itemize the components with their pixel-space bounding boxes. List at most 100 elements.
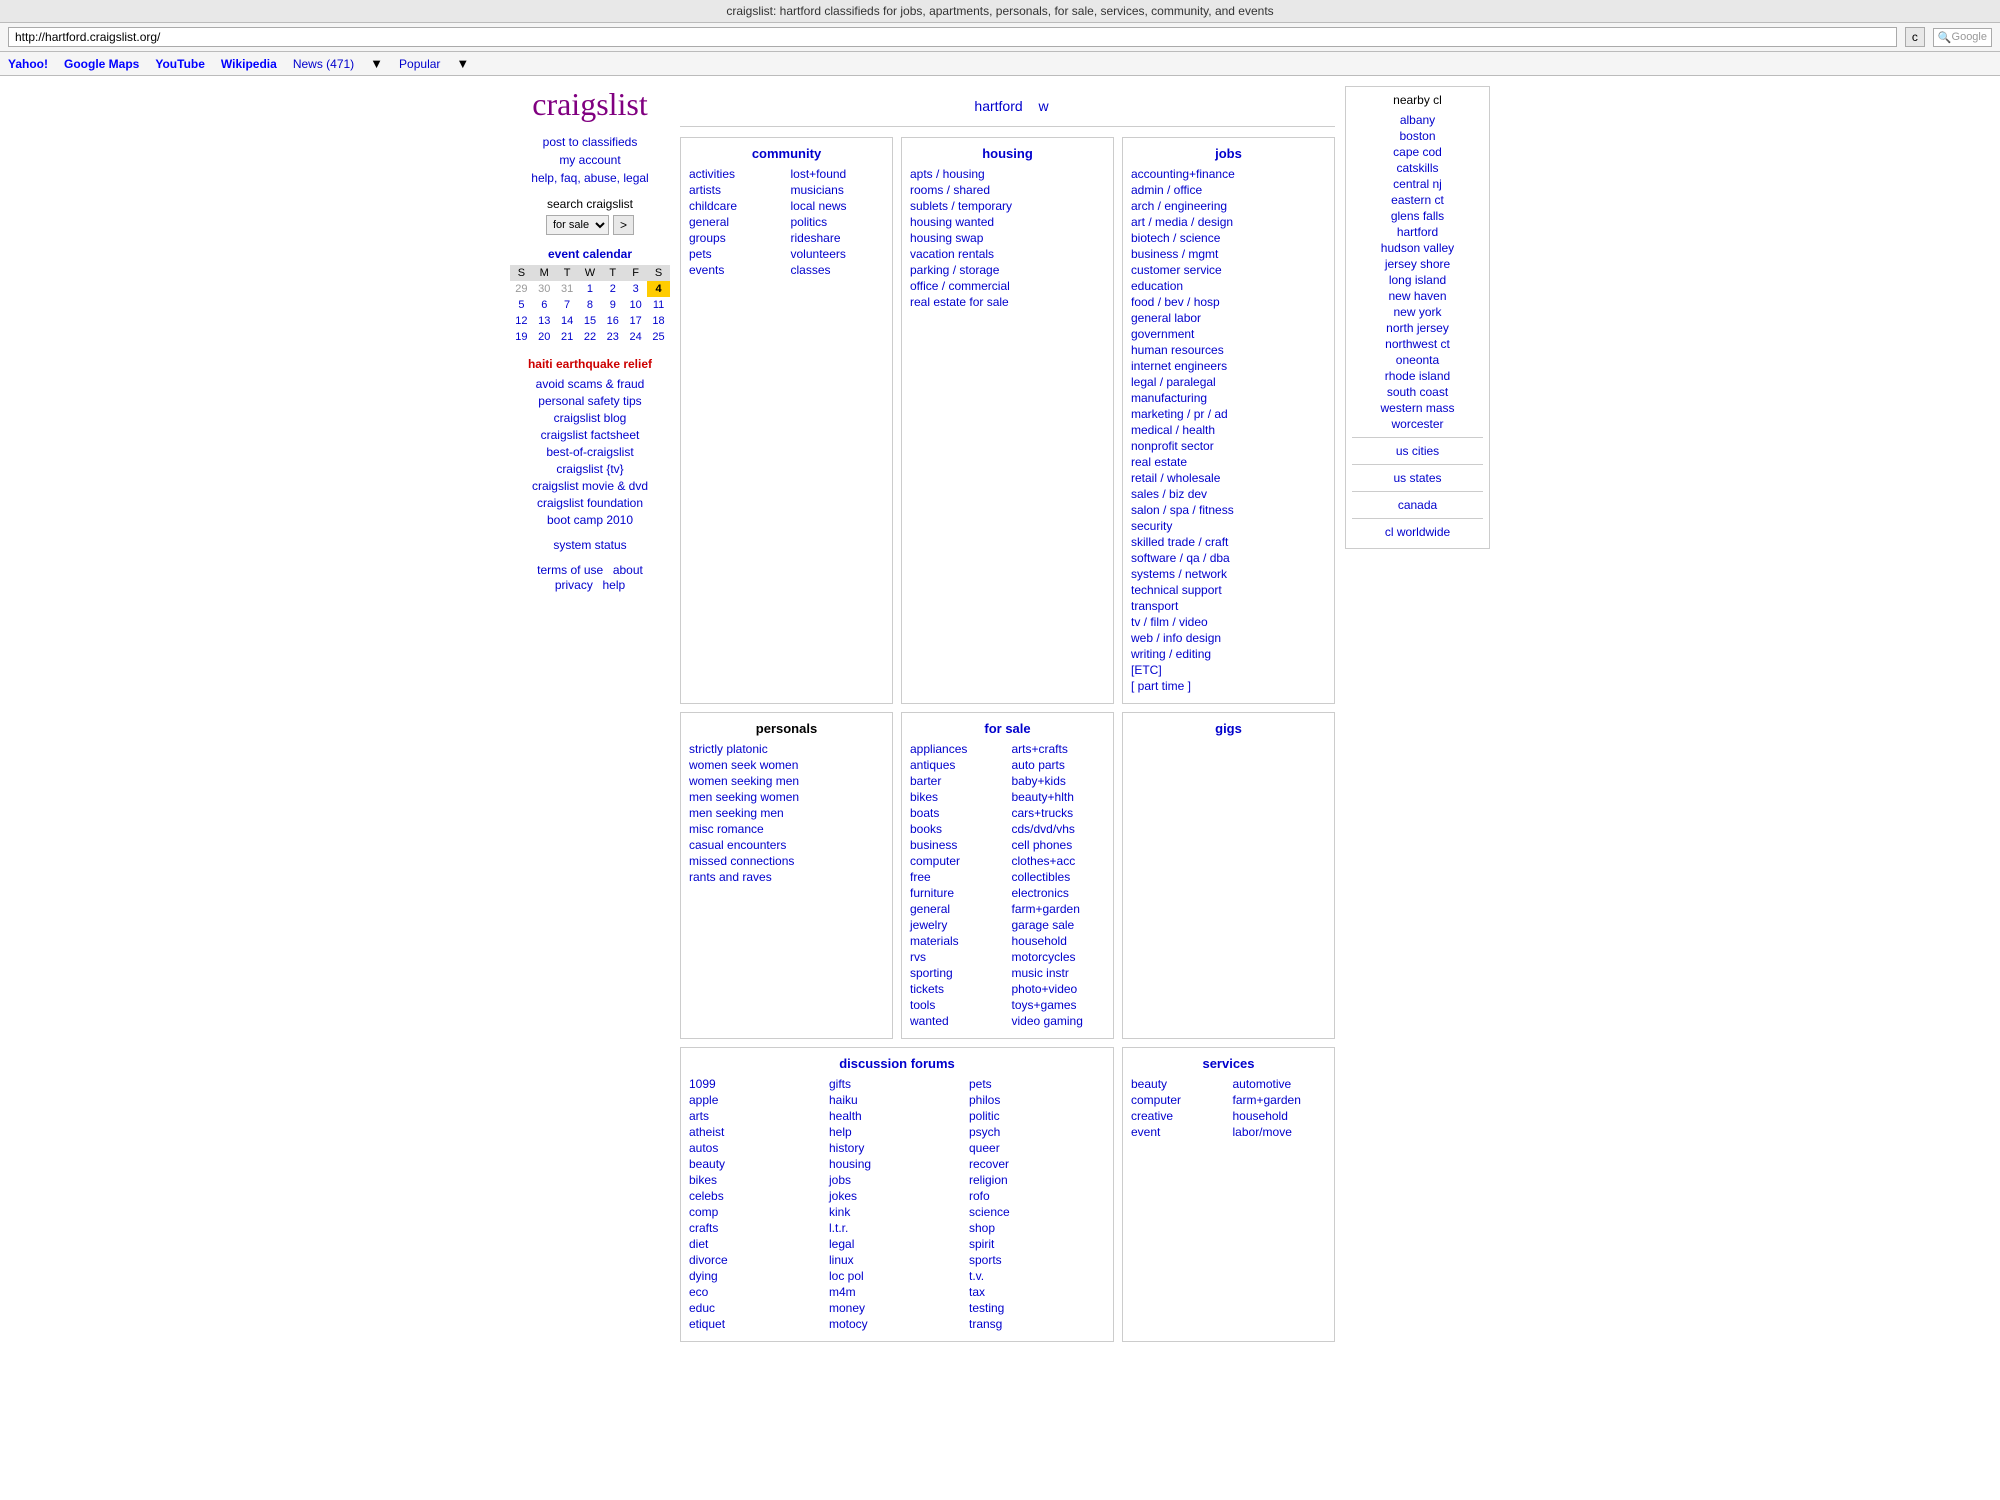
community-politics[interactable]: politics	[791, 215, 885, 229]
fs-bikes[interactable]: bikes	[910, 790, 1004, 804]
calendar-day[interactable]: 6	[533, 297, 556, 313]
calendar-day[interactable]: 16	[601, 313, 624, 329]
nearby-worcester[interactable]: worcester	[1352, 417, 1483, 431]
disc-locpol[interactable]: loc pol	[829, 1269, 965, 1283]
fs-tickets[interactable]: tickets	[910, 982, 1004, 996]
fs-rvs[interactable]: rvs	[910, 950, 1004, 964]
disc-divorce[interactable]: divorce	[689, 1253, 825, 1267]
nearby-hartford[interactable]: hartford	[1352, 225, 1483, 239]
svc-household[interactable]: household	[1233, 1109, 1327, 1123]
disc-legal[interactable]: legal	[829, 1237, 965, 1251]
calendar-day[interactable]: 30	[533, 281, 556, 297]
factsheet-link[interactable]: craigslist factsheet	[510, 428, 670, 442]
fs-furniture[interactable]: furniture	[910, 886, 1004, 900]
disc-motocy[interactable]: motocy	[829, 1317, 965, 1331]
housing-sublets[interactable]: sublets / temporary	[910, 199, 1105, 213]
housing-rooms[interactable]: rooms / shared	[910, 183, 1105, 197]
disc-tax[interactable]: tax	[969, 1285, 1105, 1299]
fs-free[interactable]: free	[910, 870, 1004, 884]
svc-farmgarden[interactable]: farm+garden	[1233, 1093, 1327, 1107]
disc-autos[interactable]: autos	[689, 1141, 825, 1155]
disc-beauty[interactable]: beauty	[689, 1157, 825, 1171]
post-classifieds-link[interactable]: post to classifieds	[510, 135, 670, 149]
terms-link[interactable]: terms of use	[537, 563, 603, 577]
job-web[interactable]: web / info design	[1131, 631, 1326, 645]
job-general[interactable]: general labor	[1131, 311, 1326, 325]
nearby-northjersey[interactable]: north jersey	[1352, 321, 1483, 335]
nearby-jerseyshore[interactable]: jersey shore	[1352, 257, 1483, 271]
community-artists[interactable]: artists	[689, 183, 783, 197]
community-general[interactable]: general	[689, 215, 783, 229]
housing-swap[interactable]: housing swap	[910, 231, 1105, 245]
job-security[interactable]: security	[1131, 519, 1326, 533]
bookmark-news[interactable]: News (471)	[293, 57, 354, 71]
svc-event[interactable]: event	[1131, 1125, 1225, 1139]
city-link-w[interactable]: w	[1038, 98, 1048, 114]
disc-history[interactable]: history	[829, 1141, 965, 1155]
disc-1099[interactable]: 1099	[689, 1077, 825, 1091]
about-link[interactable]: about	[613, 563, 643, 577]
calendar-day[interactable]: 31	[556, 281, 579, 297]
fs-clothes[interactable]: clothes+acc	[1012, 854, 1106, 868]
community-classes[interactable]: classes	[791, 263, 885, 277]
disc-apple[interactable]: apple	[689, 1093, 825, 1107]
search-category-select[interactable]: for sale	[546, 215, 609, 235]
personals-rants[interactable]: rants and raves	[689, 870, 884, 884]
fs-appliances[interactable]: appliances	[910, 742, 1004, 756]
nearby-clworldwide[interactable]: cl worldwide	[1352, 525, 1483, 539]
job-tech[interactable]: technical support	[1131, 583, 1326, 597]
refresh-button[interactable]: c	[1905, 27, 1925, 47]
disc-arts[interactable]: arts	[689, 1109, 825, 1123]
disc-politic[interactable]: politic	[969, 1109, 1105, 1123]
help-faq-link[interactable]: help, faq, abuse, legal	[510, 171, 670, 185]
housing-vacation[interactable]: vacation rentals	[910, 247, 1105, 261]
nearby-glensfalls[interactable]: glens falls	[1352, 209, 1483, 223]
nearby-boston[interactable]: boston	[1352, 129, 1483, 143]
nearby-rhodeisland[interactable]: rhode island	[1352, 369, 1483, 383]
personals-misc[interactable]: misc romance	[689, 822, 884, 836]
nearby-newhaven[interactable]: new haven	[1352, 289, 1483, 303]
disc-queer[interactable]: queer	[969, 1141, 1105, 1155]
disc-diet[interactable]: diet	[689, 1237, 825, 1251]
job-retail[interactable]: retail / wholesale	[1131, 471, 1326, 485]
fs-farmgarden[interactable]: farm+garden	[1012, 902, 1106, 916]
personals-wsw[interactable]: women seek women	[689, 758, 884, 772]
disc-jobs[interactable]: jobs	[829, 1173, 965, 1187]
nearby-canada[interactable]: canada	[1352, 498, 1483, 512]
nearby-easternct[interactable]: eastern ct	[1352, 193, 1483, 207]
nearby-northwestct[interactable]: northwest ct	[1352, 337, 1483, 351]
calendar-day[interactable]: 11	[647, 297, 670, 313]
job-writing[interactable]: writing / editing	[1131, 647, 1326, 661]
calendar-day[interactable]: 12	[510, 313, 533, 329]
nearby-centralnj[interactable]: central nj	[1352, 177, 1483, 191]
fs-garagesale[interactable]: garage sale	[1012, 918, 1106, 932]
svc-automotive[interactable]: automotive	[1233, 1077, 1327, 1091]
job-accounting[interactable]: accounting+finance	[1131, 167, 1326, 181]
calendar-day[interactable]: 14	[556, 313, 579, 329]
fs-barter[interactable]: barter	[910, 774, 1004, 788]
community-musicians[interactable]: musicians	[791, 183, 885, 197]
nearby-uscities[interactable]: us cities	[1352, 444, 1483, 458]
job-realestate[interactable]: real estate	[1131, 455, 1326, 469]
calendar-day[interactable]: 8	[579, 297, 602, 313]
personals-missed[interactable]: missed connections	[689, 854, 884, 868]
disc-celebs[interactable]: celebs	[689, 1189, 825, 1203]
community-rideshare[interactable]: rideshare	[791, 231, 885, 245]
fs-jewelry[interactable]: jewelry	[910, 918, 1004, 932]
calendar-day[interactable]: 7	[556, 297, 579, 313]
job-internet[interactable]: internet engineers	[1131, 359, 1326, 373]
disc-jokes[interactable]: jokes	[829, 1189, 965, 1203]
fs-musicinstr[interactable]: music instr	[1012, 966, 1106, 980]
nearby-hudsonvalley[interactable]: hudson valley	[1352, 241, 1483, 255]
calendar-day[interactable]: 18	[647, 313, 670, 329]
fs-materials[interactable]: materials	[910, 934, 1004, 948]
job-art[interactable]: art / media / design	[1131, 215, 1326, 229]
disc-recover[interactable]: recover	[969, 1157, 1105, 1171]
job-medical[interactable]: medical / health	[1131, 423, 1326, 437]
nearby-albany[interactable]: albany	[1352, 113, 1483, 127]
fs-cds[interactable]: cds/dvd/vhs	[1012, 822, 1106, 836]
bookmark-wikipedia[interactable]: Wikipedia	[221, 57, 277, 71]
calendar-day[interactable]: 23	[601, 329, 624, 345]
community-localnews[interactable]: local news	[791, 199, 885, 213]
disc-atheist[interactable]: atheist	[689, 1125, 825, 1139]
